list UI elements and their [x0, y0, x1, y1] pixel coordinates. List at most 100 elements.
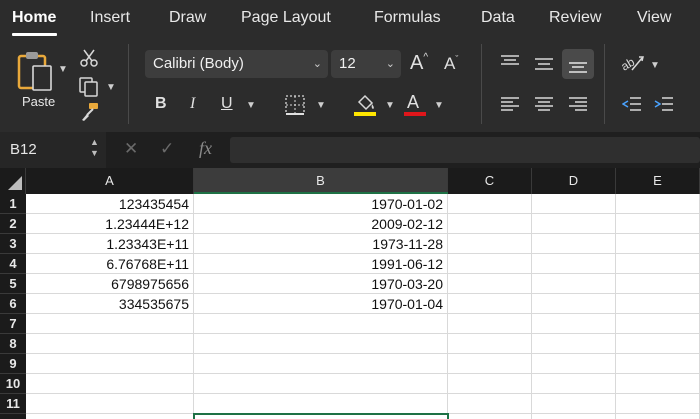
italic-button[interactable]: I: [190, 95, 195, 113]
cell-b7[interactable]: [194, 314, 448, 334]
cell-e3[interactable]: [616, 234, 700, 254]
font-color-options-chevron-icon[interactable]: ▼: [434, 100, 444, 111]
cell-a6[interactable]: 334535675: [26, 294, 194, 314]
cell-b10[interactable]: [194, 374, 448, 394]
tab-home[interactable]: Home: [12, 9, 56, 27]
cell-a7[interactable]: [26, 314, 194, 334]
column-header-e[interactable]: E: [616, 168, 700, 194]
confirm-edit-icon[interactable]: ✓: [160, 139, 174, 159]
column-header-b[interactable]: B: [194, 168, 448, 194]
paste-options-chevron-icon[interactable]: ▼: [58, 64, 68, 75]
cell-c12[interactable]: [448, 414, 532, 419]
cell-e1[interactable]: [616, 194, 700, 214]
cell-d5[interactable]: [532, 274, 616, 294]
align-bottom-button[interactable]: [562, 49, 594, 79]
cell-e4[interactable]: [616, 254, 700, 274]
cell-d9[interactable]: [532, 354, 616, 374]
cell-b1[interactable]: 1970-01-02: [194, 194, 448, 214]
decrease-indent-button[interactable]: [621, 96, 642, 117]
cell-a4[interactable]: 6.76768E+11: [26, 254, 194, 274]
font-name-dropdown[interactable]: Calibri (Body) ⌄: [145, 50, 328, 78]
copy-button[interactable]: [78, 76, 100, 98]
select-all-corner[interactable]: [0, 168, 26, 194]
cell-c9[interactable]: [448, 354, 532, 374]
format-painter-button[interactable]: [80, 102, 100, 122]
row-header[interactable]: 3: [0, 234, 26, 254]
cell-b6[interactable]: 1970-01-04: [194, 294, 448, 314]
increase-font-size-button[interactable]: A^: [410, 52, 428, 75]
copy-options-chevron-icon[interactable]: ▼: [106, 82, 116, 93]
underline-options-chevron-icon[interactable]: ▼: [246, 100, 256, 111]
row-header[interactable]: 2: [0, 214, 26, 234]
align-right-button[interactable]: [568, 96, 588, 117]
decrease-font-size-button[interactable]: Aˇ: [444, 54, 458, 74]
cell-c6[interactable]: [448, 294, 532, 314]
cell-e7[interactable]: [616, 314, 700, 334]
cell-d8[interactable]: [532, 334, 616, 354]
cell-e10[interactable]: [616, 374, 700, 394]
cell-a5[interactable]: 6798975656: [26, 274, 194, 294]
row-header[interactable]: 6: [0, 294, 26, 314]
row-header[interactable]: 5: [0, 274, 26, 294]
row-header[interactable]: 8: [0, 334, 26, 354]
align-middle-button[interactable]: [534, 56, 554, 77]
cell-e5[interactable]: [616, 274, 700, 294]
cell-c11[interactable]: [448, 394, 532, 414]
cell-b11[interactable]: [194, 394, 448, 414]
cell-e12[interactable]: [616, 414, 700, 419]
cell-d4[interactable]: [532, 254, 616, 274]
cell-b4[interactable]: 1991-06-12: [194, 254, 448, 274]
cell-c1[interactable]: [448, 194, 532, 214]
cell-b3[interactable]: 1973-11-28: [194, 234, 448, 254]
row-header[interactable]: 10: [0, 374, 26, 394]
cell-c5[interactable]: [448, 274, 532, 294]
cell-d1[interactable]: [532, 194, 616, 214]
cell-b8[interactable]: [194, 334, 448, 354]
cell-c7[interactable]: [448, 314, 532, 334]
column-header-d[interactable]: D: [532, 168, 616, 194]
name-box[interactable]: B12 ▲ ▼: [0, 132, 106, 168]
font-size-dropdown[interactable]: 12 ⌄: [331, 50, 401, 78]
name-box-stepper-icon[interactable]: ▲ ▼: [90, 137, 99, 159]
cell-d2[interactable]: [532, 214, 616, 234]
insert-function-button[interactable]: fx: [199, 138, 212, 159]
cell-e9[interactable]: [616, 354, 700, 374]
tab-review[interactable]: Review: [549, 9, 601, 27]
cell-d6[interactable]: [532, 294, 616, 314]
cell-a10[interactable]: [26, 374, 194, 394]
cell-d10[interactable]: [532, 374, 616, 394]
cell-c10[interactable]: [448, 374, 532, 394]
orientation-options-chevron-icon[interactable]: ▼: [650, 60, 660, 71]
cell-c3[interactable]: [448, 234, 532, 254]
row-header[interactable]: 1: [0, 194, 26, 214]
row-header[interactable]: 9: [0, 354, 26, 374]
underline-button[interactable]: U: [221, 95, 233, 113]
tab-page-layout[interactable]: Page Layout: [241, 9, 331, 27]
cell-b5[interactable]: 1970-03-20: [194, 274, 448, 294]
cell-e2[interactable]: [616, 214, 700, 234]
cell-b9[interactable]: [194, 354, 448, 374]
tab-view[interactable]: View: [637, 9, 671, 27]
row-header[interactable]: 11: [0, 394, 26, 414]
borders-button[interactable]: [284, 94, 306, 121]
fill-color-options-chevron-icon[interactable]: ▼: [385, 100, 395, 111]
font-color-button[interactable]: A: [404, 92, 426, 118]
cell-e8[interactable]: [616, 334, 700, 354]
row-header[interactable]: 4: [0, 254, 26, 274]
cell-d7[interactable]: [532, 314, 616, 334]
cell-a1[interactable]: 123435454: [26, 194, 194, 214]
paste-button[interactable]: [16, 50, 58, 99]
tab-draw[interactable]: Draw: [169, 9, 206, 27]
cancel-edit-icon[interactable]: ✕: [124, 139, 138, 159]
cell-c2[interactable]: [448, 214, 532, 234]
cell-a11[interactable]: [26, 394, 194, 414]
column-header-a[interactable]: A: [26, 168, 194, 194]
cell-a2[interactable]: 1.23444E+12: [26, 214, 194, 234]
row-header[interactable]: 7: [0, 314, 26, 334]
cell-d3[interactable]: [532, 234, 616, 254]
cell-e11[interactable]: [616, 394, 700, 414]
formula-input[interactable]: [230, 137, 700, 163]
row-header[interactable]: 12: [0, 414, 26, 419]
cell-a3[interactable]: 1.23343E+11: [26, 234, 194, 254]
cell-e6[interactable]: [616, 294, 700, 314]
